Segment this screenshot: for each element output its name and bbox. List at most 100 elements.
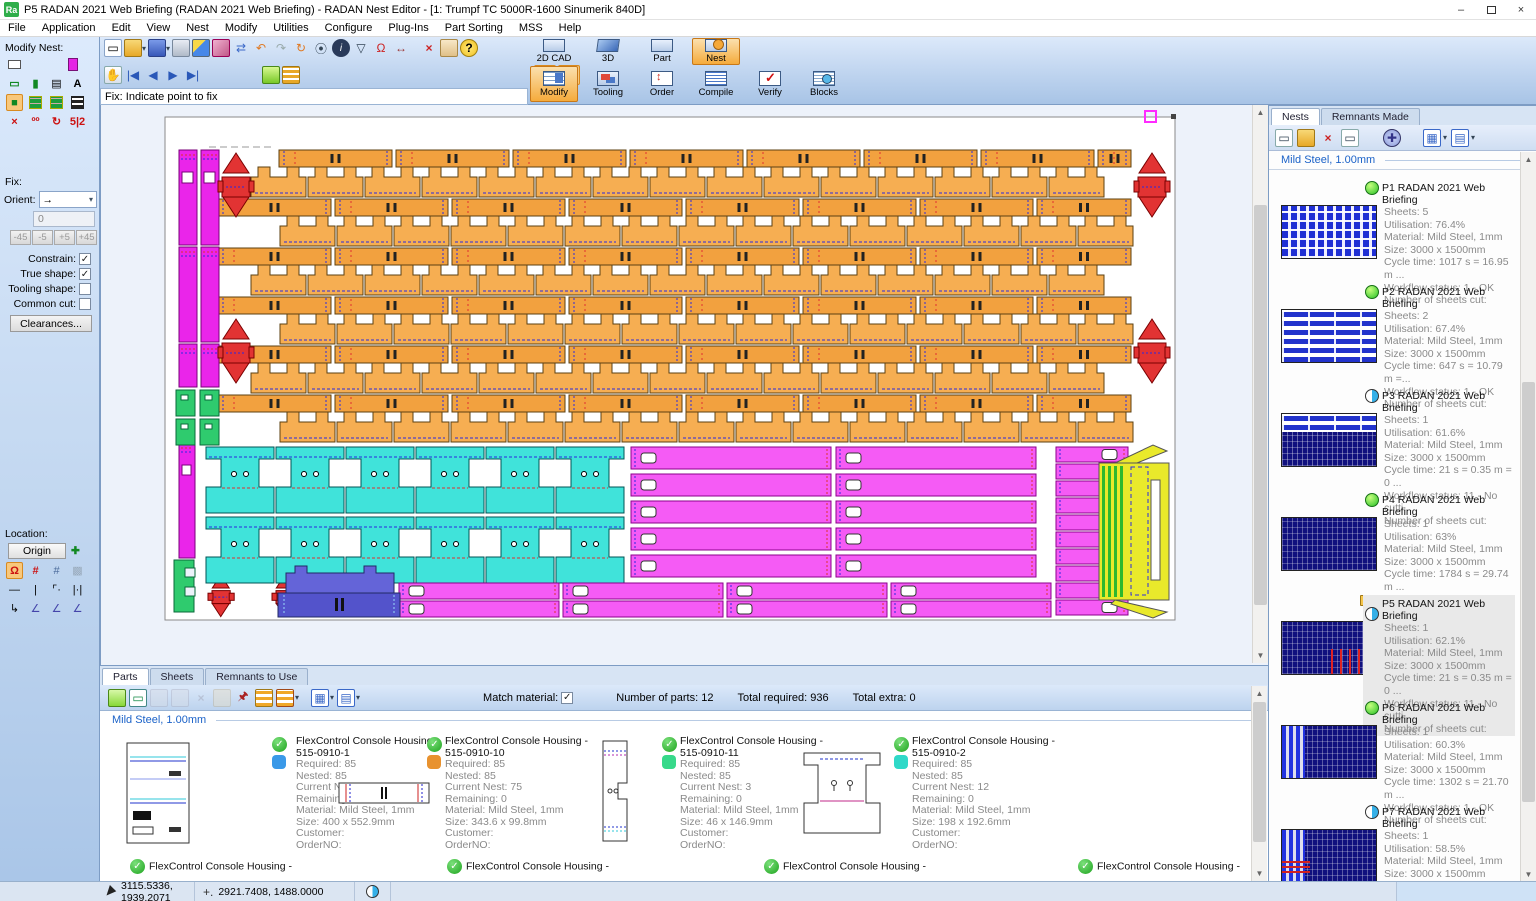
view-style-dropdown-icon[interactable]: ▾ [330, 693, 334, 702]
angle-input[interactable]: 0 [33, 211, 95, 227]
parts-panel-tab[interactable]: Remnants to Use [205, 668, 308, 685]
part-list-item[interactable]: ✓FlexControl Console Housing - [130, 859, 292, 880]
menu-item[interactable]: Application [34, 21, 104, 35]
mode-button[interactable]: 2D CAD [530, 38, 578, 65]
nest-list-item[interactable]: P7 RADAN 2021 Web Briefing Sheets: 1 Uti… [1271, 803, 1517, 882]
exit-nest-icon[interactable] [64, 56, 81, 73]
scroll-down-icon[interactable]: ▼ [1252, 866, 1267, 881]
matrix-icon[interactable] [69, 94, 86, 111]
delete-entity-icon[interactable]: × [420, 39, 438, 57]
nest-list-item[interactable]: P6 RADAN 2021 Web Briefing Sheets: 1 Uti… [1271, 699, 1517, 803]
swap-parts-icon[interactable]: ºº [27, 113, 44, 130]
mode-button[interactable]: Verify [746, 66, 794, 102]
menu-item[interactable]: View [139, 21, 179, 35]
mode-button[interactable]: Modify [530, 66, 578, 102]
move-origin-icon[interactable]: ✚ [71, 545, 80, 557]
mode-button[interactable]: Nest [692, 38, 740, 65]
scroll-up-icon[interactable]: ▲ [1521, 152, 1536, 167]
detail-view-dropdown-icon[interactable]: ▾ [1471, 133, 1475, 142]
add-part-icon[interactable] [108, 689, 126, 707]
open-dropdown-icon[interactable]: ▾ [142, 44, 146, 53]
delete-part-icon[interactable]: × [6, 113, 23, 130]
parts-panel-tab[interactable]: Sheets [150, 668, 205, 685]
menu-item[interactable]: Part Sorting [437, 21, 511, 35]
view-style-icon[interactable]: ▦ [311, 689, 329, 707]
nest-list-item[interactable]: P3 RADAN 2021 Web Briefing Sheets: 1 Uti… [1271, 387, 1517, 491]
corner-right-icon[interactable]: |·| [69, 581, 86, 598]
parts-panel-tab[interactable]: Parts [102, 668, 149, 685]
save-part-icon[interactable] [150, 689, 168, 707]
menu-item[interactable]: Utilities [265, 21, 316, 35]
copy-part-icon[interactable] [171, 689, 189, 707]
match-material-checkbox[interactable] [561, 692, 573, 704]
parts-scroll-thumb[interactable] [1253, 702, 1266, 842]
info-icon[interactable]: i [332, 39, 350, 57]
table-view-icon[interactable] [255, 689, 273, 707]
corner-left-icon[interactable]: ⌜· [48, 581, 65, 598]
new-nest-icon[interactable]: ▭ [1275, 129, 1293, 147]
fix-part-icon[interactable]: ■ [6, 94, 23, 111]
report-dropdown-icon[interactable]: ▾ [295, 693, 299, 702]
open-nest-icon[interactable] [1297, 129, 1315, 147]
menu-item[interactable]: MSS [511, 21, 551, 35]
query-entity-icon[interactable] [440, 39, 458, 57]
part-list-item[interactable]: ✓FlexControl Console Housing - [764, 859, 926, 880]
rotate-view-icon[interactable]: ↻ [292, 39, 310, 57]
pan-hand-icon[interactable]: ✋ [104, 66, 122, 84]
mode-button[interactable]: Blocks [800, 66, 848, 102]
scroll-up-icon[interactable]: ▲ [1252, 686, 1267, 701]
nests-scroll-thumb[interactable] [1522, 382, 1535, 802]
maximize-button[interactable] [1476, 0, 1506, 20]
nest-part-icon[interactable]: ▭ [6, 75, 23, 92]
undo-icon[interactable]: ↶ [252, 39, 270, 57]
nest-list-item[interactable]: P2 RADAN 2021 Web Briefing Sheets: 2 Uti… [1271, 283, 1517, 387]
menu-item[interactable]: File [0, 21, 34, 35]
go-last-icon[interactable]: ▶| [184, 66, 202, 84]
snap-magnet-icon[interactable]: Ω [6, 562, 23, 579]
snap-node-icon[interactable]: ⦿ [312, 39, 330, 57]
rotate-part-icon[interactable]: ↻ [48, 113, 65, 130]
mode-button[interactable]: Part [638, 38, 686, 65]
sheet-grid-icon[interactable] [282, 66, 300, 84]
export-nest-icon[interactable]: ▭ [1341, 129, 1359, 147]
rotate-step-button[interactable]: +45 [76, 230, 97, 245]
checkbox[interactable] [79, 298, 91, 310]
canvas-scroll-thumb[interactable] [1254, 205, 1267, 605]
new-document-icon[interactable]: ▭ [104, 39, 122, 57]
rotate-step-button[interactable]: +5 [54, 230, 75, 245]
nests-panel-tab[interactable]: Nests [1271, 108, 1320, 125]
thumbnail-view-dropdown-icon[interactable]: ▾ [1443, 133, 1447, 142]
pin-part-icon[interactable]: ▮ [27, 75, 44, 92]
scroll-down-icon[interactable]: ▼ [1253, 648, 1268, 663]
nests-panel-tab[interactable]: Remnants Made [1321, 108, 1420, 125]
orient-nest-icon[interactable]: ✚ [1383, 129, 1401, 147]
part-list-item[interactable]: ✓FlexControl Console Housing - [1078, 859, 1240, 880]
filter-icon[interactable]: ▽ [352, 39, 370, 57]
go-next-icon[interactable]: ▶ [164, 66, 182, 84]
text-tool-icon[interactable]: A [69, 75, 86, 92]
fill-sheet-icon[interactable] [48, 94, 65, 111]
open-folder-icon[interactable] [124, 39, 142, 57]
part-list-item[interactable]: ✓FlexControl Console Housing -515-0910-1… [338, 735, 568, 875]
import-part-icon[interactable]: ▭ [129, 689, 147, 707]
mode-button[interactable]: Tooling [584, 66, 632, 102]
menu-item[interactable]: Plug-Ins [380, 21, 436, 35]
menu-item[interactable]: Modify [217, 21, 265, 35]
orient-dropdown[interactable]: → ▾ [39, 191, 97, 208]
menu-item[interactable]: Edit [104, 21, 139, 35]
magnet-icon[interactable]: Ω [372, 39, 390, 57]
mode-button[interactable]: Compile [692, 66, 740, 102]
grid-points-icon[interactable]: # [48, 562, 65, 579]
split-tool-icon[interactable]: 5|2 [69, 113, 86, 130]
checkbox[interactable] [79, 253, 91, 265]
menu-item[interactable]: Help [551, 21, 590, 35]
open-part-icon[interactable] [213, 689, 231, 707]
menu-item[interactable]: Nest [178, 21, 217, 35]
delete-nest-icon[interactable]: × [1319, 129, 1337, 147]
annotate-icon[interactable] [212, 39, 230, 57]
nest-list-item[interactable]: P4 RADAN 2021 Web Briefing Sheets: 1 Uti… [1271, 491, 1517, 595]
auto-tool-icon[interactable] [262, 66, 280, 84]
go-previous-icon[interactable]: ◀ [144, 66, 162, 84]
menu-item[interactable]: Configure [317, 21, 381, 35]
checkbox[interactable] [79, 283, 91, 295]
